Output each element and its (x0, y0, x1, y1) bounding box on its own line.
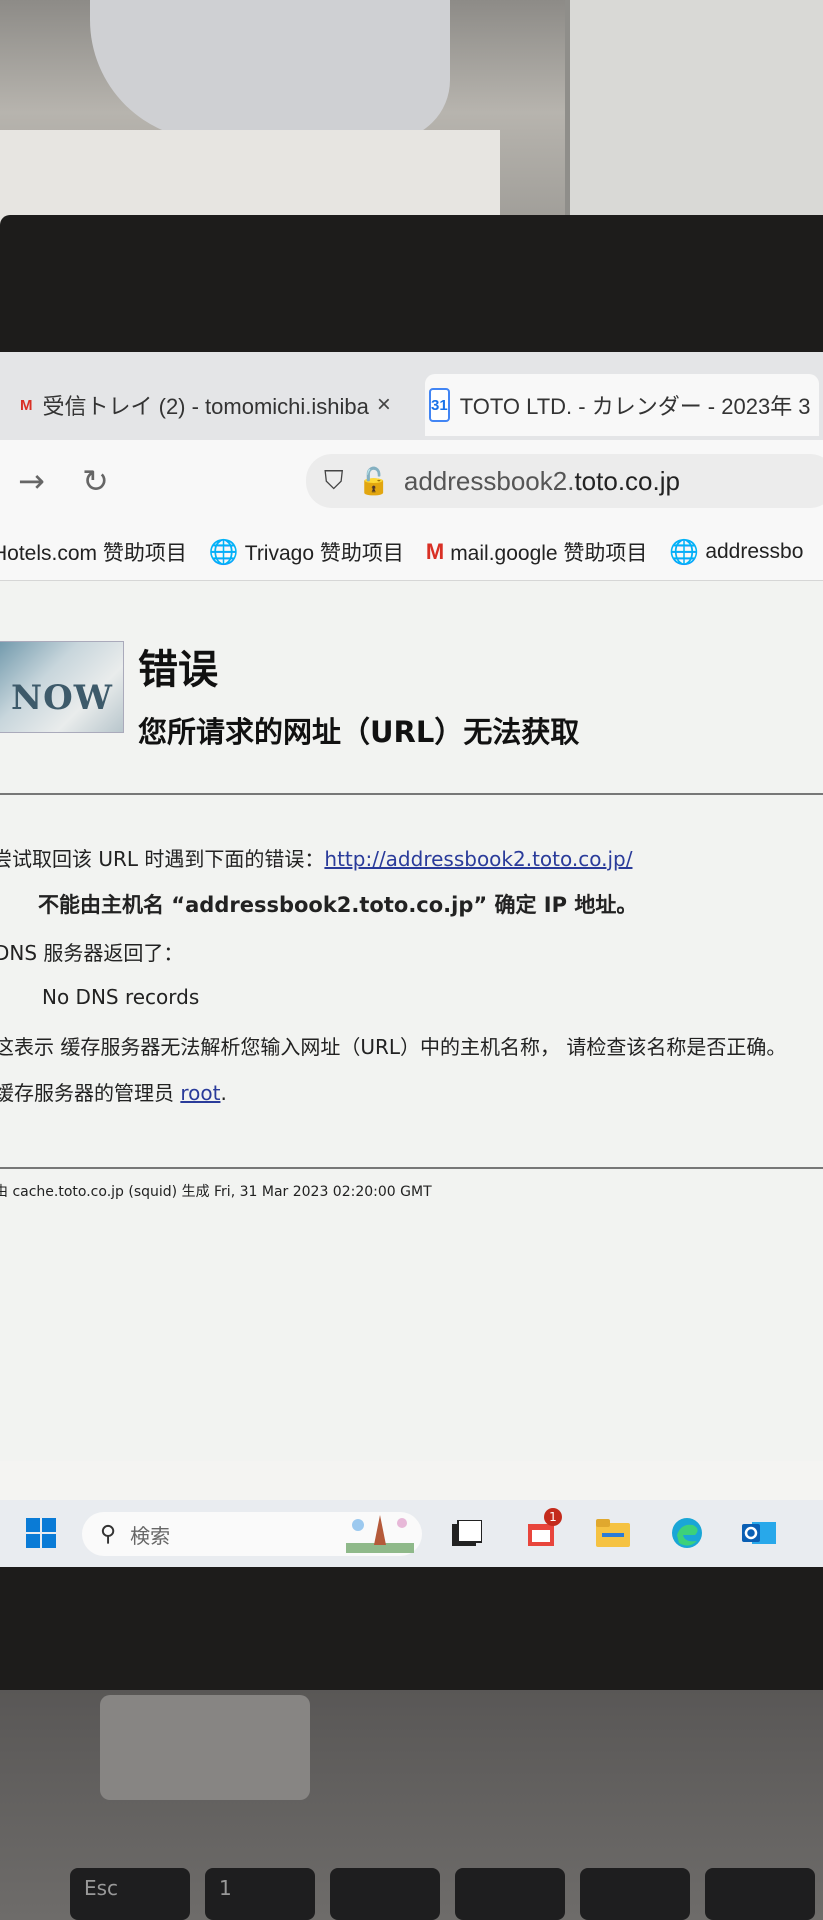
tab-title: TOTO LTD. - カレンダー - 2023年 3 (459, 394, 811, 419)
admin-line: 缓存服务器的管理员 root. (0, 1077, 227, 1106)
admin-link[interactable]: root (180, 1081, 220, 1105)
background-partition (570, 0, 823, 215)
tab-title: 受信トレイ (2) - tomomichi.ishiba (42, 394, 369, 419)
divider (0, 793, 823, 795)
keyboard-key[interactable] (705, 1868, 815, 1920)
forward-button[interactable]: → (18, 462, 45, 500)
admin-suffix: . (220, 1081, 227, 1105)
dns-returned-label: DNS 服务器返回了： (0, 941, 184, 965)
lock-icon[interactable]: 🔓 (358, 466, 390, 497)
notification-badge: 1 (544, 1508, 562, 1526)
background-person (90, 0, 450, 140)
bookmark-label: addressbo (705, 540, 804, 563)
outlook-icon[interactable] (740, 1514, 778, 1552)
search-icon: ⚲ (100, 1521, 117, 1547)
keyboard-key[interactable] (455, 1868, 565, 1920)
search-highlight-eiffel-icon[interactable] (345, 1514, 415, 1553)
url-domain: toto.co.jp (574, 465, 680, 496)
windows-taskbar: ⚲ 検索 1 (0, 1500, 823, 1567)
gmail-icon: M (20, 396, 33, 414)
bookmark-mail-google[interactable]: M mail.google 赞助项目 (426, 537, 648, 567)
tracking-shield-icon[interactable]: ⛉ (324, 465, 344, 497)
google-calendar-icon: 31 (429, 388, 450, 422)
office-background (0, 0, 823, 250)
globe-icon: 🌐 (208, 538, 239, 566)
squid-logo: NOW (0, 641, 124, 733)
keyboard-key[interactable]: 1 (205, 1868, 315, 1920)
error-message: 不能由主机名 “addressbook2.toto.co.jp” 确定 IP 地… (38, 893, 638, 917)
edge-browser-icon[interactable] (668, 1514, 706, 1552)
close-icon[interactable]: × (377, 391, 390, 419)
tab-gmail[interactable]: M 受信トレイ (2) - tomomichi.ishiba × (20, 374, 390, 436)
error-page: NOW 错误 您所请求的网址（URL）无法获取 尝试取回该 URL 时遇到下面的… (0, 581, 823, 1461)
esc-key[interactable]: Esc (70, 1868, 190, 1920)
tab-calendar[interactable]: 31 TOTO LTD. - カレンダー - 2023年 3 × (425, 374, 819, 436)
url-prefix: addressbook2. (403, 465, 575, 496)
bookmark-addressbook[interactable]: 🌐 addressbo (669, 538, 803, 567)
laptop-hinge (100, 1695, 310, 1800)
bookmark-label: Trivago 赞助项目 (244, 542, 404, 565)
gmail-icon: M (425, 539, 445, 564)
bookmark-hotels[interactable]: Hotels.com 赞助项目 (0, 537, 187, 567)
explanation-text: 这表示 缓存服务器无法解析您输入网址（URL）中的主机名称， 请检查该名称是否正… (0, 1035, 787, 1059)
laptop-screen: M 受信トレイ (2) - tomomichi.ishiba × 31 TOTO… (0, 352, 823, 1567)
browser-tab-strip: M 受信トレイ (2) - tomomichi.ishiba × 31 TOTO… (0, 352, 823, 440)
file-explorer-icon[interactable] (594, 1514, 632, 1552)
task-view-icon[interactable] (448, 1514, 486, 1552)
error-line-text: 尝试取回该 URL 时遇到下面的错误： (0, 847, 325, 871)
keyboard-key[interactable] (330, 1868, 440, 1920)
divider (0, 1167, 823, 1169)
calendar-app-icon[interactable]: 1 (522, 1508, 562, 1552)
page-subtitle: 您所请求的网址（URL）无法获取 (138, 715, 580, 749)
keyboard-key[interactable] (580, 1868, 690, 1920)
error-line-url: 尝试取回该 URL 时遇到下面的错误：http://addressbook2.t… (0, 843, 632, 872)
requested-url-link[interactable]: http://addressbook2.toto.co.jp/ (324, 847, 632, 871)
browser-nav-bar: → ↻ ⛉ 🔓 addressbook2. toto.co.jp (0, 440, 823, 524)
reload-button[interactable]: ↻ (82, 462, 109, 500)
bookmark-label: Hotels.com 赞助项目 (0, 542, 187, 565)
globe-icon: 🌐 (669, 538, 700, 566)
windows-start-icon[interactable] (22, 1514, 60, 1552)
address-bar[interactable]: ⛉ 🔓 addressbook2. toto.co.jp (306, 454, 823, 508)
bookmarks-bar: Hotels.com 赞助项目 🌐 Trivago 赞助项目 M mail.go… (0, 524, 823, 581)
page-title: 错误 (138, 647, 218, 693)
search-placeholder: 検索 (130, 1523, 171, 1548)
page-footer: 由 cache.toto.co.jp (squid) 生成 Fri, 31 Ma… (0, 1184, 432, 1200)
dns-result: No DNS records (42, 985, 200, 1009)
admin-text: 缓存服务器的管理员 (0, 1081, 181, 1105)
bookmark-label: mail.google 赞助项目 (450, 542, 648, 565)
bookmark-trivago[interactable]: 🌐 Trivago 赞助项目 (209, 537, 404, 567)
logo-text: NOW (11, 678, 113, 718)
